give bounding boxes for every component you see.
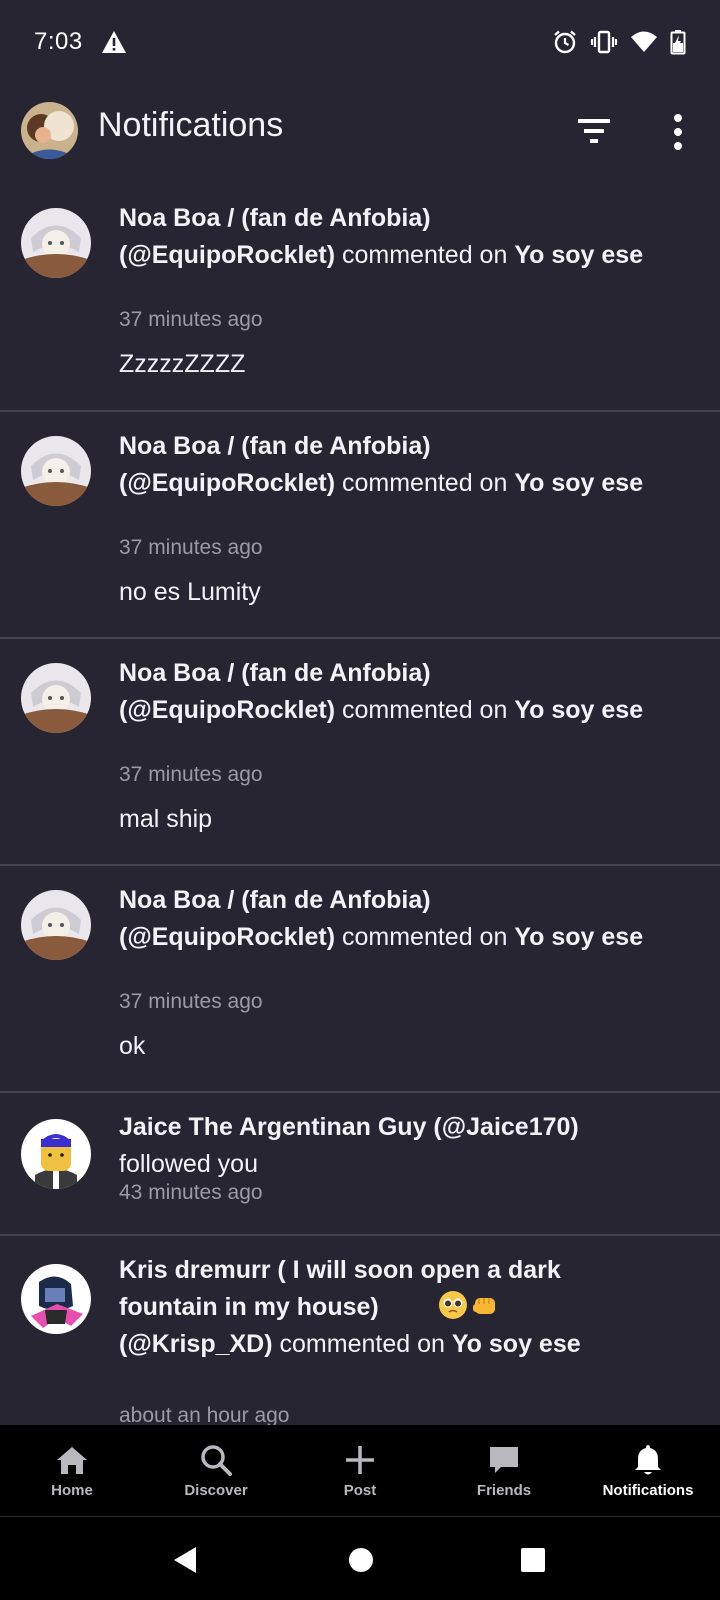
notification-user: Kris dremurr ( I will soon open a dark: [119, 1256, 561, 1284]
status-bar: 7:03: [0, 0, 720, 84]
nav-notifications[interactable]: Notifications: [576, 1425, 720, 1516]
plus-icon: [346, 1446, 374, 1474]
nav-label: Discover: [184, 1482, 248, 1499]
notification-time: 37 minutes ago: [119, 308, 263, 331]
fist-emoji: [472, 1298, 495, 1314]
back-icon[interactable]: [172, 1545, 198, 1575]
search-icon: [201, 1445, 232, 1476]
list-item[interactable]: Noa Boa / (fan de Anfobia) (@EquipoRockl…: [0, 412, 720, 639]
notification-time: 37 minutes ago: [119, 536, 263, 559]
notification-text: Kris dremurr ( I will soon open a dark f…: [119, 1252, 659, 1363]
avatar[interactable]: [21, 1119, 91, 1189]
pleading-face-emoji: [438, 1291, 467, 1319]
system-nav: [0, 1517, 720, 1600]
notification-action: commented on: [279, 1330, 445, 1358]
filter-icon[interactable]: [574, 114, 614, 148]
list-item[interactable]: Noa Boa / (fan de Anfobia) (@EquipoRockl…: [0, 866, 720, 1093]
notification-action: commented on: [342, 923, 508, 951]
notification-text: Noa Boa / (fan de Anfobia) (@EquipoRockl…: [119, 655, 659, 729]
notification-action: followed you: [119, 1150, 258, 1178]
notification-target[interactable]: Yo soy ese: [514, 469, 643, 497]
notification-time: 37 minutes ago: [119, 763, 263, 786]
nav-discover[interactable]: Discover: [144, 1425, 288, 1516]
app-header: Notifications: [0, 90, 720, 174]
home-circle-icon[interactable]: [348, 1547, 374, 1573]
recents-icon[interactable]: [520, 1547, 546, 1573]
home-icon: [57, 1447, 87, 1474]
notification-list: Noa Boa / (fan de Anfobia) (@EquipoRockl…: [0, 184, 720, 1436]
notification-user: Noa Boa / (fan de Anfobia): [119, 886, 431, 914]
notification-user: Noa Boa / (fan de Anfobia): [119, 659, 431, 687]
notification-target[interactable]: Yo soy ese: [514, 696, 643, 724]
avatar[interactable]: [21, 663, 91, 733]
notification-action: commented on: [342, 241, 508, 269]
notification-handle[interactable]: (@EquipoRocklet): [119, 469, 335, 497]
page-title: Notifications: [98, 106, 284, 144]
list-item[interactable]: Noa Boa / (fan de Anfobia) (@EquipoRockl…: [0, 184, 720, 412]
nav-post[interactable]: Post: [288, 1425, 432, 1516]
status-time: 7:03: [34, 28, 83, 55]
nav-label: Home: [51, 1482, 93, 1499]
notification-target[interactable]: Yo soy ese: [514, 241, 643, 269]
notification-time: 37 minutes ago: [119, 990, 263, 1013]
notification-comment: ok: [119, 1032, 146, 1060]
notification-text: Noa Boa / (fan de Anfobia) (@EquipoRockl…: [119, 428, 659, 502]
notification-text: Jaice The Argentinan Guy (@Jaice170) fol…: [119, 1109, 659, 1183]
notification-handle[interactable]: (@EquipoRocklet): [119, 241, 335, 269]
nav-label: Post: [343, 1482, 377, 1499]
bottom-nav: Home Discover Post Friends Notifications: [0, 1425, 720, 1517]
notification-action: commented on: [342, 469, 508, 497]
notification-text: Noa Boa / (fan de Anfobia) (@EquipoRockl…: [119, 200, 659, 274]
notification-user: Noa Boa / (fan de Anfobia): [119, 204, 431, 232]
notification-handle[interactable]: (@EquipoRocklet): [119, 696, 335, 724]
list-item[interactable]: Kris dremurr ( I will soon open a dark f…: [0, 1236, 720, 1436]
warning-icon: [101, 31, 126, 53]
battery-icon: [670, 30, 686, 55]
notification-user: Noa Boa / (fan de Anfobia): [119, 432, 431, 460]
alarm-icon: [554, 30, 576, 54]
bell-icon: [635, 1445, 661, 1475]
vibrate-icon: [590, 30, 618, 54]
notification-user-cont: fountain in my house): [119, 1293, 379, 1321]
list-item[interactable]: Jaice The Argentinan Guy (@Jaice170) fol…: [0, 1093, 720, 1236]
avatar[interactable]: [21, 1264, 91, 1334]
profile-avatar[interactable]: [21, 102, 78, 159]
wifi-icon: [631, 31, 657, 52]
notification-comment: ZzzzzZZZZ: [119, 350, 246, 378]
nav-friends[interactable]: Friends: [432, 1425, 576, 1516]
notification-action: commented on: [342, 696, 508, 724]
notification-comment: mal ship: [119, 805, 213, 833]
notification-handle[interactable]: (@EquipoRocklet): [119, 923, 335, 951]
notification-text: Noa Boa / (fan de Anfobia) (@EquipoRockl…: [119, 882, 659, 956]
nav-home[interactable]: Home: [0, 1425, 144, 1516]
notification-target[interactable]: Yo soy ese: [514, 923, 643, 951]
avatar[interactable]: [21, 208, 91, 278]
list-item[interactable]: Noa Boa / (fan de Anfobia) (@EquipoRockl…: [0, 639, 720, 866]
more-vert-icon[interactable]: [664, 112, 692, 152]
nav-label: Notifications: [602, 1482, 694, 1499]
avatar[interactable]: [21, 436, 91, 506]
notification-user[interactable]: Jaice The Argentinan Guy (@Jaice170): [119, 1113, 579, 1141]
notification-time: 43 minutes ago: [119, 1181, 263, 1204]
notification-target[interactable]: Yo soy ese: [452, 1330, 581, 1358]
notification-comment: no es Lumity: [119, 578, 261, 606]
avatar[interactable]: [21, 890, 91, 960]
notification-handle[interactable]: (@Krisp_XD): [119, 1330, 273, 1358]
status-icons: [552, 29, 686, 55]
chat-icon: [490, 1447, 518, 1473]
nav-label: Friends: [476, 1482, 532, 1499]
